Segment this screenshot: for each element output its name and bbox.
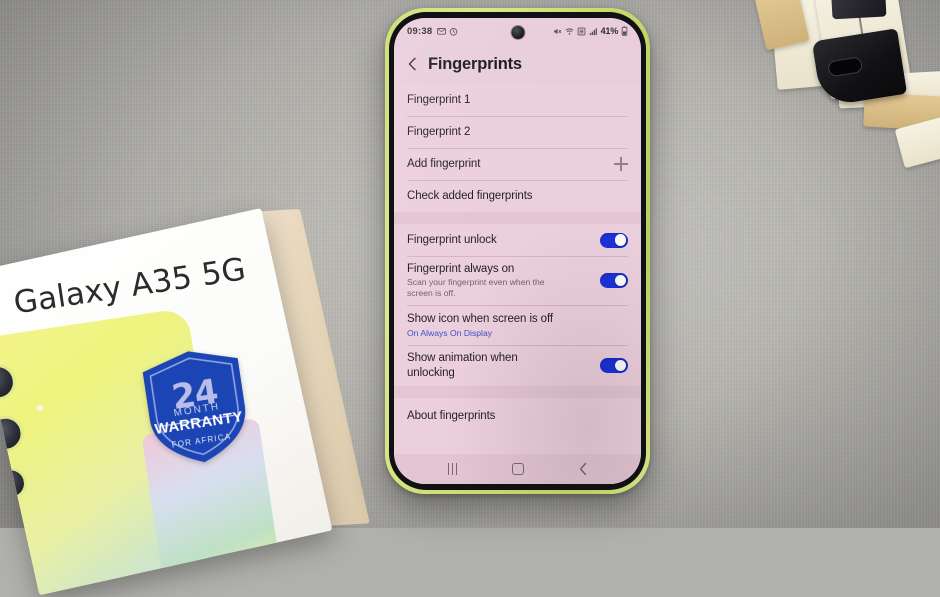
status-bar: 09:38 41% <box>394 18 641 44</box>
list-item-label: Fingerprint unlock <box>407 233 497 246</box>
settings-group-fingerprints: Fingerprint 1 Fingerprint 2 Add fingerpr… <box>394 84 641 212</box>
list-item-add-fingerprint[interactable]: Add fingerprint <box>394 148 641 180</box>
row-text: Fingerprint 1 <box>407 87 628 113</box>
recents-bar <box>455 463 458 475</box>
settings-list[interactable]: Fingerprint 1 Fingerprint 2 Add fingerpr… <box>394 84 641 454</box>
clasp-slot <box>827 56 864 78</box>
warranty-badge: 24 MONTH WARRANTY FOR AFRICA <box>136 342 256 472</box>
recents-icon[interactable] <box>441 458 465 480</box>
list-item-label: Fingerprint 1 <box>407 93 471 106</box>
list-item-fingerprint-always-on[interactable]: Fingerprint always on Scan your fingerpr… <box>394 256 641 305</box>
list-item-label: Add fingerprint <box>407 157 481 170</box>
app-bar: Fingerprints <box>394 44 641 84</box>
group-divider <box>394 386 641 399</box>
recents-bar <box>447 463 450 475</box>
sim-icon <box>577 27 585 35</box>
phone-screen: 09:38 41% Fingerprints Fingerprint 1 Fin… <box>394 18 641 484</box>
recents-bar <box>451 463 454 475</box>
battery-percent-label: 41% <box>600 26 619 36</box>
smartphone-device: 09:38 41% Fingerprints Fingerprint 1 Fin… <box>385 8 650 494</box>
battery-icon <box>621 26 628 36</box>
list-item-fingerprint-unlock[interactable]: Fingerprint unlock <box>394 224 641 256</box>
list-item-label: Show icon when screen is off <box>407 313 553 326</box>
row-text: Fingerprint unlock <box>407 227 600 253</box>
row-text: About fingerprints <box>407 403 628 429</box>
navigation-bar <box>394 454 641 484</box>
toggle-fingerprint-unlock[interactable] <box>600 232 628 248</box>
toggle-knob <box>614 359 627 372</box>
row-text: Check added fingerprints <box>407 183 628 209</box>
list-item-description: Scan your fingerprint even when the scre… <box>407 277 545 299</box>
wifi-icon <box>565 27 574 35</box>
clasp-hinge <box>830 0 887 20</box>
toggle-knob <box>614 234 627 246</box>
home-glyph <box>511 463 524 475</box>
box-product-title: Galaxy A35 5G <box>11 251 249 322</box>
list-item-show-icon-when-screen-off[interactable]: Show icon when screen is off On Always O… <box>394 305 641 345</box>
status-time: 09:38 <box>407 25 433 37</box>
list-item-fingerprint-2[interactable]: Fingerprint 2 <box>394 116 641 148</box>
toggle-fingerprint-always-on[interactable] <box>600 273 628 289</box>
phone-bezel: 09:38 41% Fingerprints Fingerprint 1 Fin… <box>389 12 646 490</box>
row-text: Add fingerprint <box>407 151 614 177</box>
page-title: Fingerprints <box>428 54 522 73</box>
message-icon <box>437 27 447 35</box>
settings-group-options: Fingerprint unlock Fingerprint always on… <box>394 224 641 387</box>
list-item-value: On Always On Display <box>407 327 493 338</box>
group-divider <box>394 212 641 224</box>
alarm-icon <box>450 27 458 36</box>
recents-glyph <box>447 463 458 475</box>
row-text: Fingerprint 2 <box>407 119 628 145</box>
list-item-label: Show animation when unlocking <box>407 352 518 379</box>
list-item-show-animation-when-unlocking[interactable]: Show animation when unlocking <box>394 345 641 386</box>
metal-clasp-icon <box>811 28 908 107</box>
list-item-label: Fingerprint always on <box>407 263 515 275</box>
back-chevron-icon[interactable] <box>406 57 419 71</box>
camera-punch-hole <box>511 26 524 39</box>
list-item-fingerprint-1[interactable]: Fingerprint 1 <box>394 84 641 116</box>
list-item-label: Fingerprint 2 <box>407 125 471 138</box>
status-left-icons <box>437 27 458 36</box>
list-item-label: About fingerprints <box>407 409 496 422</box>
signal-icon <box>589 27 597 35</box>
toggle-show-animation[interactable] <box>600 358 628 374</box>
list-item-check-added-fingerprints[interactable]: Check added fingerprints <box>394 180 641 212</box>
back-icon[interactable] <box>571 458 595 480</box>
camera-lens-icon <box>0 361 19 403</box>
list-item-about-fingerprints[interactable]: About fingerprints <box>394 398 641 430</box>
wooden-slat-object <box>753 0 940 185</box>
list-item-label: Check added fingerprints <box>407 189 533 202</box>
row-text: Show icon when screen is off On Always O… <box>407 306 628 344</box>
camera-flash-icon <box>35 403 44 412</box>
row-text: Show animation when unlocking <box>407 345 600 386</box>
toggle-knob <box>614 274 627 287</box>
settings-group-about: About fingerprints <box>394 398 641 454</box>
back-glyph <box>579 462 586 476</box>
home-icon[interactable] <box>506 458 530 480</box>
chevron-left-icon <box>408 57 416 71</box>
mute-icon <box>553 28 561 34</box>
row-text: Fingerprint always on Scan your fingerpr… <box>407 256 600 305</box>
status-right-icons: 41% <box>553 26 628 36</box>
plus-icon[interactable] <box>614 157 628 171</box>
